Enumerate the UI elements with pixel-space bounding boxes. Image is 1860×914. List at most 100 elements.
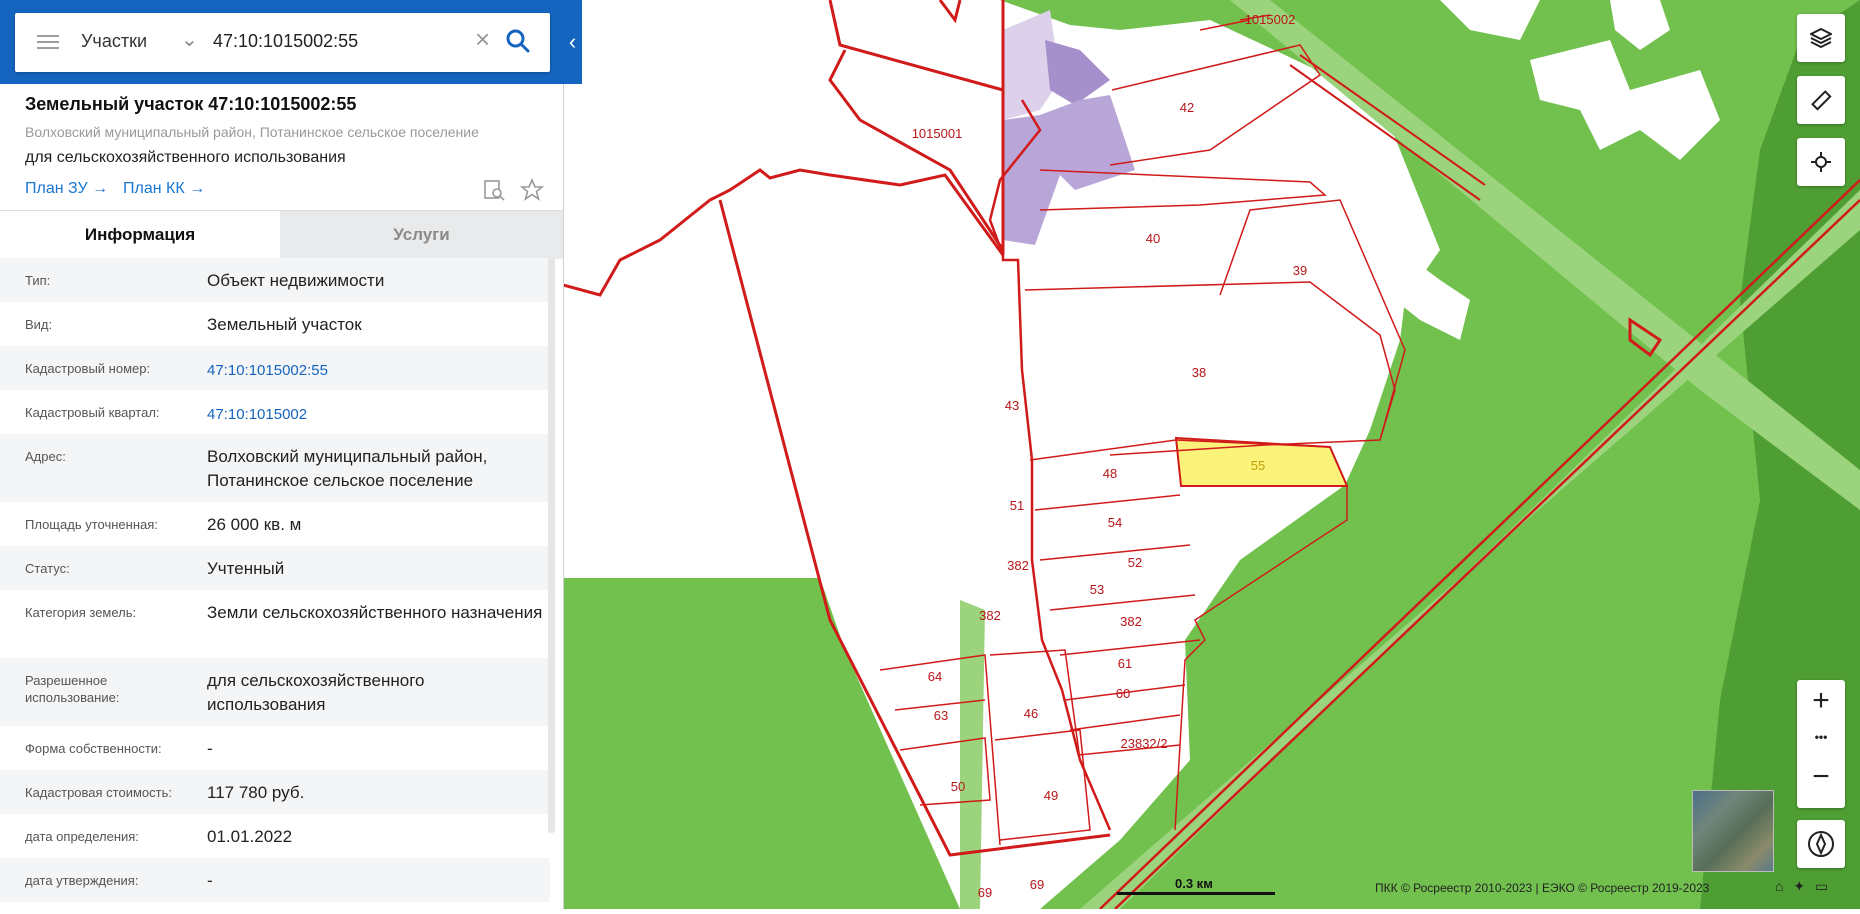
compass-icon [1808, 831, 1834, 857]
scrollbar[interactable] [548, 258, 555, 833]
satellite-minimap[interactable] [1692, 790, 1774, 872]
menu-icon[interactable] [37, 35, 59, 49]
info-row: Площадь уточненная: 26 000 кв. м [0, 502, 550, 546]
parcel-label: 38 [1192, 365, 1206, 380]
object-use: для сельскохозяйственного использования [25, 149, 346, 166]
zoom-controls: + ••• − [1797, 680, 1845, 808]
locate-button[interactable] [1797, 138, 1845, 186]
layers-icon [1810, 27, 1832, 49]
locate-small-icon[interactable]: ✦ [1793, 878, 1805, 894]
parcel-label: 23832/2 [1121, 736, 1168, 751]
row-value: Объект недвижимости [207, 271, 385, 290]
row-label: Кадастровый квартал: [25, 405, 160, 420]
info-row: дата утверждения: - [0, 858, 550, 902]
parcel-label: 61 [1118, 656, 1132, 671]
row-value: Земельный участок [207, 315, 362, 334]
cadastral-number-link[interactable]: 47:10:1015002:55 [207, 359, 547, 383]
row-label: Вид: [25, 317, 53, 332]
row-label: Разрешенное использование: [25, 673, 120, 705]
arrow-right-icon: → [92, 180, 109, 197]
row-value: 117 780 руб. [207, 783, 305, 802]
chevron-down-icon[interactable]: ⌄ [181, 27, 198, 52]
row-value: Учтенный [207, 559, 285, 578]
scale-bar [1117, 892, 1275, 895]
collapse-panel-icon[interactable]: ‹ [563, 0, 582, 84]
more-button[interactable]: ••• [1797, 730, 1845, 744]
info-panel: Земельный участок 47:10:1015002:55 Волхо… [0, 0, 564, 909]
compass-button[interactable] [1797, 820, 1845, 868]
object-title: Земельный участок 47:10:1015002:55 [25, 94, 357, 114]
row-label: Кадастровый номер: [25, 361, 151, 376]
plan-kk-label: План КК [123, 180, 185, 197]
info-row: Разрешенное использование: для сельскохоз… [0, 658, 550, 726]
parcel-label: 46 [1024, 706, 1038, 721]
document-search-icon[interactable] [482, 178, 506, 202]
ruler-icon [1811, 90, 1832, 111]
row-label: Кадастровая стоимость: [25, 785, 172, 800]
info-table: Тип: Объект недвижимости Вид: Земельный уч… [0, 258, 550, 902]
row-value: 26 000 кв. м [207, 515, 302, 534]
zoom-in-button[interactable]: + [1797, 684, 1845, 718]
quarter-label: 1015001 [912, 126, 963, 141]
info-row: Категория земель: Земли сельскохозяйствен… [0, 590, 550, 658]
measure-button[interactable] [1797, 76, 1845, 124]
scale-label: 0.3 км [1175, 876, 1213, 891]
tab-services[interactable]: Услуги [280, 211, 563, 259]
parcel-label: 53 [1090, 582, 1104, 597]
crosshair-icon [1811, 152, 1831, 172]
category-select[interactable]: Участки [81, 31, 147, 52]
parcel-label: 63 [934, 708, 948, 723]
row-value: для сельскохозяйственного использования [207, 671, 425, 714]
info-row: Адрес: Волховский муниципальный район, По… [0, 434, 550, 502]
star-icon[interactable] [520, 177, 545, 202]
search-bar: Участки ⌄ 47:10:1015002:55 × ‹ [0, 0, 582, 84]
tab-information[interactable]: Информация [0, 211, 280, 259]
search-icon[interactable] [505, 28, 531, 54]
arrow-right-icon: → [189, 180, 206, 197]
info-row: дата определения: 01.01.2022 [0, 814, 550, 858]
map-view[interactable]: 1015002 1015001 42 40 39 38 43 48 55 54 … [562, 0, 1860, 910]
plan-kk-link[interactable]: План КК → [123, 180, 205, 198]
object-subtitle: Волховский муниципальный район, Потанинс… [25, 124, 479, 140]
parcel-label: 51 [1010, 498, 1024, 513]
parcel-label: 382 [1007, 558, 1029, 573]
footer-icons: ⌂ ✦ ▭ [1775, 878, 1828, 895]
row-label: Категория земель: [25, 605, 137, 620]
row-value: Земли сельскохозяйственного назначения [207, 603, 543, 622]
parcel-label: 54 [1108, 515, 1122, 530]
parcel-label: 43 [1005, 398, 1019, 413]
search-input[interactable]: 47:10:1015002:55 [213, 31, 358, 52]
info-row: Тип: Объект недвижимости [0, 258, 550, 302]
copyright-text: ПКК © Росреестр 2010-2023 | ЕЭКО © Росре… [1375, 881, 1710, 895]
plan-zu-link[interactable]: План ЗУ → [25, 180, 108, 198]
row-label: Форма собственности: [25, 741, 162, 756]
parcel-label: 50 [951, 779, 965, 794]
parcel-label: 64 [928, 669, 942, 684]
parcel-label: 69 [1030, 877, 1044, 892]
parcel-label-selected: 55 [1251, 458, 1265, 473]
row-label: дата определения: [25, 829, 139, 844]
info-row: Форма собственности: - [0, 726, 550, 770]
row-label: Тип: [25, 273, 51, 288]
row-value: - [207, 739, 213, 758]
parcel-label: 49 [1044, 788, 1058, 803]
fullscreen-icon[interactable]: ▭ [1815, 878, 1828, 894]
clear-icon[interactable]: × [475, 26, 490, 52]
parcel-label: 69 [978, 885, 992, 900]
row-label: дата утверждения: [25, 873, 139, 888]
plan-zu-label: План ЗУ [25, 180, 88, 197]
parcel-label: 60 [1116, 686, 1130, 701]
info-row: Статус: Учтенный [0, 546, 550, 590]
map-canvas[interactable]: 1015002 1015001 42 40 39 38 43 48 55 54 … [562, 0, 1860, 910]
cadastral-quarter-link[interactable]: 47:10:1015002 [207, 403, 547, 427]
search-box: Участки ⌄ 47:10:1015002:55 × [15, 13, 550, 72]
layers-button[interactable] [1797, 14, 1845, 62]
info-row: Вид: Земельный участок [0, 302, 550, 346]
parcel-label: 39 [1293, 263, 1307, 278]
parcel-label: 48 [1103, 466, 1117, 481]
home-icon[interactable]: ⌂ [1775, 878, 1783, 894]
zoom-out-button[interactable]: − [1797, 760, 1845, 794]
row-label: Площадь уточненная: [25, 517, 158, 532]
info-row: Кадастровая стоимость: 117 780 руб. [0, 770, 550, 814]
parcel-label: 42 [1180, 100, 1194, 115]
